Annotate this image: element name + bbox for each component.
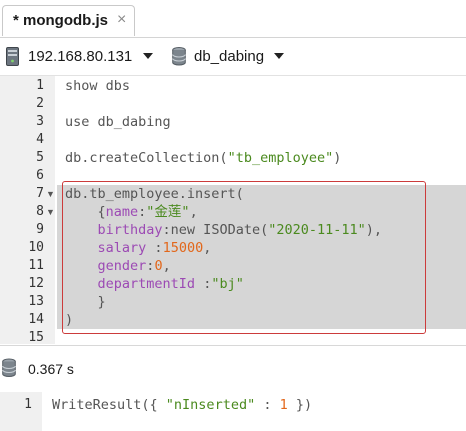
code-text: use db_dabing	[65, 114, 171, 130]
line-number: 11	[28, 258, 44, 273]
code-text: show dbs	[65, 78, 131, 94]
result-text: WriteResult({ "nInserted" : 1 })	[52, 397, 313, 413]
fold-arrow-icon[interactable]: ▼	[46, 203, 55, 221]
database-selector[interactable]: db_dabing	[170, 47, 288, 67]
tab-mongodb-js[interactable]: * mongodb.js ×	[2, 5, 135, 36]
code-line: 3 use db_dabing	[0, 113, 466, 131]
host-label: 192.168.80.131	[28, 48, 133, 65]
line-number: 2	[36, 96, 44, 111]
result-line: 1 WriteResult({ "nInserted" : 1 })	[0, 396, 466, 414]
code-line: 2	[0, 95, 466, 113]
line-number: 1	[36, 78, 44, 93]
highlight-box	[62, 181, 426, 334]
server-icon	[6, 47, 19, 66]
line-number: 7	[36, 186, 44, 201]
code-editor[interactable]: 1 show dbs 2 3 use db_dabing 4 5 db.crea…	[0, 76, 466, 345]
line-number: 3	[36, 114, 44, 129]
line-number: 9	[36, 222, 44, 237]
elapsed-time: 0.367 s	[28, 361, 74, 377]
line-number: 5	[36, 150, 44, 165]
line-number: 10	[28, 240, 44, 255]
fold-arrow-icon[interactable]: ▼	[46, 185, 55, 203]
line-number: 1	[24, 397, 32, 412]
connection-toolbar: 192.168.80.131 db_dabing	[0, 38, 466, 76]
line-number: 4	[36, 132, 44, 147]
code-text: db.createCollection("tb_employee")	[65, 150, 342, 166]
line-number: 6	[36, 168, 44, 183]
tab-title: * mongodb.js	[13, 12, 108, 29]
code-line: 5 db.createCollection("tb_employee")	[0, 149, 466, 167]
line-number: 12	[28, 276, 44, 291]
line-number: 14	[28, 312, 44, 327]
line-number: 13	[28, 294, 44, 309]
code-line: 1 show dbs	[0, 77, 466, 95]
close-icon[interactable]: ×	[117, 11, 126, 29]
line-number: 8	[36, 204, 44, 219]
database-icon	[2, 358, 16, 377]
chevron-down-icon	[274, 53, 284, 59]
result-output[interactable]: 1 WriteResult({ "nInserted" : 1 })	[0, 392, 466, 431]
result-header: 0.367 s	[0, 345, 466, 392]
code-line: 4	[0, 131, 466, 149]
database-label: db_dabing	[194, 48, 265, 65]
host-selector[interactable]: 192.168.80.131	[4, 47, 154, 67]
chevron-down-icon	[143, 53, 153, 59]
tab-bar: * mongodb.js ×	[0, 0, 466, 38]
database-icon	[172, 47, 186, 66]
